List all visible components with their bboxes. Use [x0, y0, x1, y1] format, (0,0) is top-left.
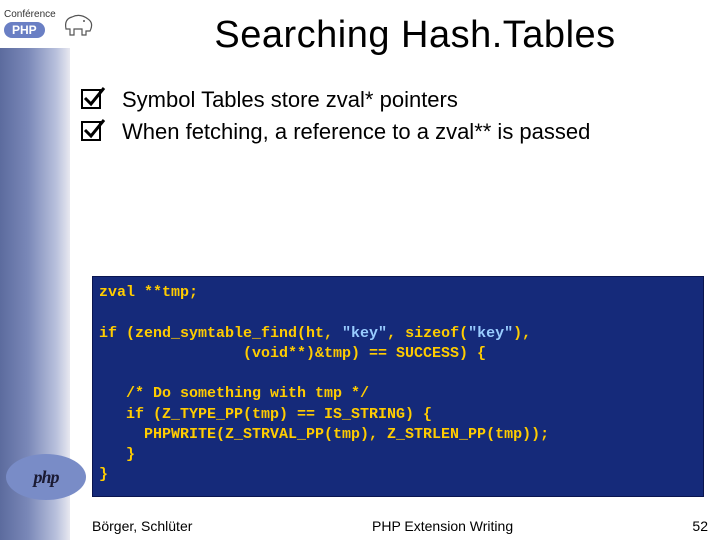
- code-string: "key": [342, 325, 387, 342]
- bullet-item: Symbol Tables store zval* pointers: [80, 86, 700, 114]
- code-line: }: [99, 446, 135, 463]
- conference-logo: Conférence PHP: [0, 0, 120, 48]
- checkbox-icon: [80, 118, 106, 144]
- bullet-text: When fetching, a reference to a zval** i…: [122, 118, 590, 146]
- bullet-text: Symbol Tables store zval* pointers: [122, 86, 458, 114]
- bullet-list: Symbol Tables store zval* pointers When …: [80, 86, 700, 149]
- code-line: zval **tmp;: [99, 284, 198, 301]
- code-line: if (zend_symtable_find(ht,: [99, 325, 342, 342]
- code-line: if (Z_TYPE_PP(tmp) == IS_STRING) {: [99, 406, 432, 423]
- code-comment: /* Do something with tmp */: [99, 385, 369, 402]
- elephant-icon: [60, 9, 96, 39]
- slide-title: Searching Hash.Tables: [120, 14, 710, 57]
- footer: Börger, Schlüter PHP Extension Writing 5…: [92, 518, 708, 534]
- footer-title: PHP Extension Writing: [372, 518, 513, 534]
- php-logo: php: [6, 454, 86, 500]
- code-line: PHPWRITE(Z_STRVAL_PP(tmp), Z_STRLEN_PP(t…: [99, 426, 549, 443]
- page-number: 52: [692, 518, 708, 534]
- checkbox-icon: [80, 86, 106, 112]
- conference-label: Conférence: [4, 10, 56, 20]
- footer-authors: Börger, Schlüter: [92, 518, 192, 534]
- code-string: "key": [468, 325, 513, 342]
- code-line: (void**)&tmp) == SUCCESS) {: [99, 345, 486, 362]
- php-pill: PHP: [4, 22, 45, 38]
- code-line: }: [99, 466, 108, 483]
- code-line: ),: [513, 325, 531, 342]
- code-block: zval **tmp; if (zend_symtable_find(ht, "…: [92, 276, 704, 497]
- code-line: , sizeof(: [387, 325, 468, 342]
- bullet-item: When fetching, a reference to a zval** i…: [80, 118, 700, 146]
- php-logo-text: php: [33, 467, 58, 488]
